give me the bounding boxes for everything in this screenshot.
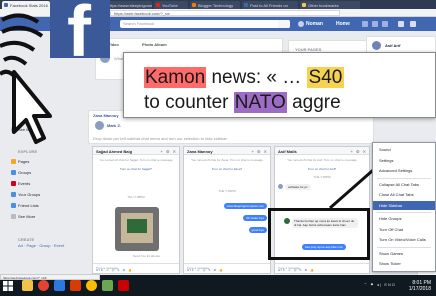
menu-separator [377,177,431,179]
menu-separator [377,246,431,248]
menu-item-show-games[interactable]: Show Games [373,249,435,258]
menu-item-hide-groups[interactable]: Hide Groups [373,214,435,223]
windows-start-icon[interactable] [3,281,13,291]
news-banner-overlay: Kamon news: « … S40 to counter NATO aggr… [123,52,436,118]
recorder-icon[interactable] [118,280,129,291]
news-text: news: « … [206,67,307,88]
menu-item-close-all-chat-tabs[interactable]: Close All Chat Tabs [373,190,435,199]
powerpoint-icon[interactable] [70,280,81,291]
taskbar-clock[interactable]: 8:01 PM 1/17/2018 [409,280,431,292]
cursor-fingerprint-graphic [0,13,52,144]
news-source: Kamon [144,67,207,88]
opera-icon[interactable] [38,280,49,291]
menu-item-turn-off-chat[interactable]: Turn Off Chat [373,225,435,234]
menu-item-sound[interactable]: Sound [373,145,435,154]
app-icon[interactable] [102,280,113,291]
system-tray[interactable]: ⌃ ⚑ ◂) ENG [364,282,396,287]
menu-item-settings[interactable]: Settings [373,156,435,165]
menu-item-collapse-all-chat-tabs[interactable]: Collapse All Chat Tabs [373,180,435,189]
menu-item-hide-sidebar[interactable]: Hide Sidebar [373,200,435,210]
clock-date: 1/17/2018 [408,286,431,292]
news-text: aggre [286,92,341,113]
news-line-1: Kamon news: « … S40 [144,67,345,89]
news-highlight: S40 [306,67,345,88]
news-line-2: to counter NATO aggre [144,92,341,114]
news-highlight: NATO [233,92,287,113]
menu-item-show-ticker[interactable]: Show Ticker [373,259,435,268]
chat-options-menu: Sound Settings Advanced Settings Collapse A… [372,142,436,272]
browser-status-url: https://web.facebook.com/?_rdr# [0,274,100,280]
word-icon[interactable] [54,280,65,291]
facebook-f-glyph: f [67,0,91,58]
menu-item-advanced-settings[interactable]: Advanced Settings [373,166,435,175]
file-explorer-icon[interactable] [22,280,33,291]
news-text: to counter [144,92,234,113]
facebook-logo: f [50,0,110,58]
chrome-icon[interactable] [86,280,97,291]
menu-item-turn-on-video-voice-calls[interactable]: Turn On Video/Voice Calls [373,235,435,244]
menu-separator [377,212,431,213]
